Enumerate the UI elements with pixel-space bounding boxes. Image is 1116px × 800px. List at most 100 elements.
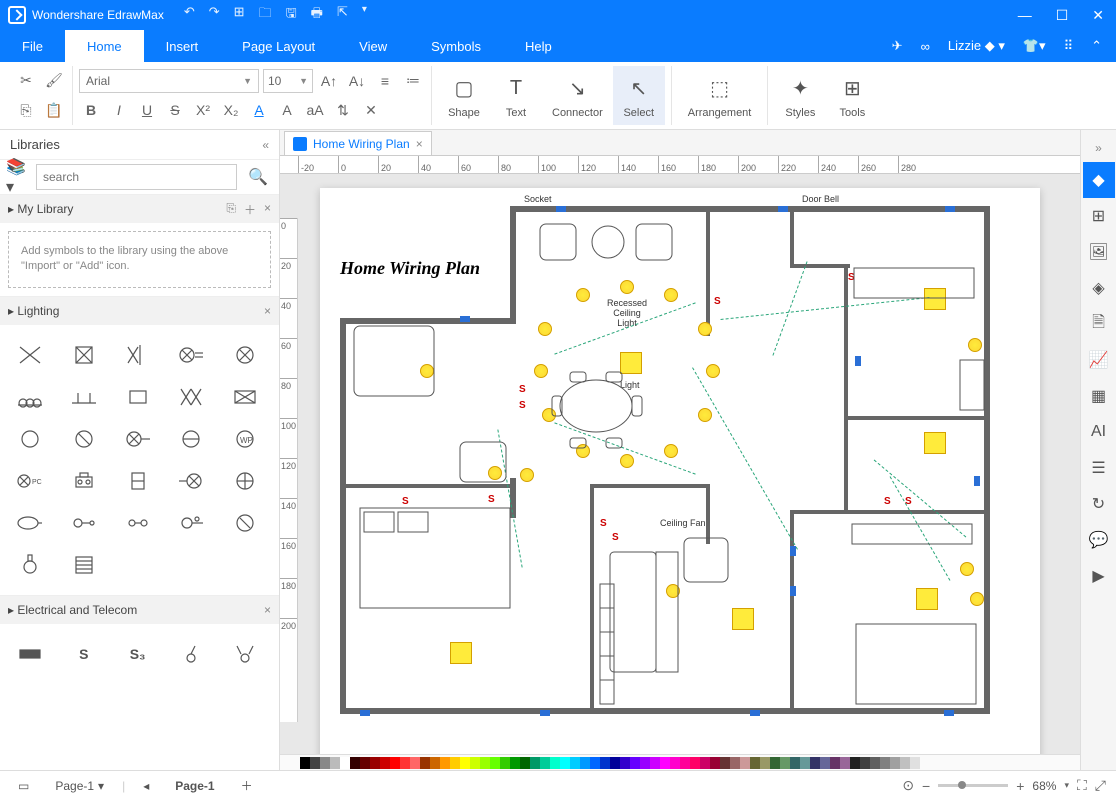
page-prev-button[interactable]: ◂ xyxy=(135,777,157,795)
color-swatch[interactable] xyxy=(680,757,690,769)
symbol[interactable] xyxy=(8,636,52,672)
library-search-input[interactable] xyxy=(36,164,237,190)
add-icon[interactable]: ＋ xyxy=(244,201,256,218)
fullscreen-icon[interactable]: ⤢ xyxy=(1095,777,1106,794)
color-swatch[interactable] xyxy=(710,757,720,769)
my-library-section-header[interactable]: ▸ My Library ⎘ ＋ × xyxy=(0,195,279,223)
symbol[interactable]: S₃ xyxy=(116,636,160,672)
color-swatch[interactable] xyxy=(800,757,810,769)
layout-icon[interactable]: ☰ xyxy=(1083,450,1115,486)
color-swatch[interactable] xyxy=(370,757,380,769)
symbol[interactable] xyxy=(223,337,267,373)
tab-insert[interactable]: Insert xyxy=(144,30,221,62)
color-swatch[interactable] xyxy=(440,757,450,769)
save-icon[interactable]: 🖫 xyxy=(286,4,297,26)
symbol[interactable] xyxy=(116,421,160,457)
color-swatch[interactable] xyxy=(400,757,410,769)
symbol[interactable] xyxy=(116,337,160,373)
collapse-ribbon-icon[interactable]: ⌃ xyxy=(1091,38,1102,54)
select-tool[interactable]: ↖Select xyxy=(613,66,665,125)
symbol[interactable] xyxy=(8,379,52,415)
color-swatch[interactable] xyxy=(560,757,570,769)
print-icon[interactable]: 🖶 xyxy=(311,4,323,26)
color-swatch[interactable] xyxy=(700,757,710,769)
color-swatch[interactable] xyxy=(640,757,650,769)
maximize-button[interactable]: ☐ xyxy=(1052,7,1073,24)
ai-icon[interactable]: AI xyxy=(1083,414,1115,450)
color-swatch[interactable] xyxy=(720,757,730,769)
align-button[interactable]: ≡ xyxy=(373,69,397,93)
color-swatch[interactable] xyxy=(880,757,890,769)
symbol[interactable] xyxy=(62,463,106,499)
color-swatch[interactable] xyxy=(480,757,490,769)
color-swatch[interactable] xyxy=(570,757,580,769)
color-swatch[interactable] xyxy=(490,757,500,769)
color-swatch[interactable] xyxy=(530,757,540,769)
color-swatch[interactable] xyxy=(810,757,820,769)
styles-tool[interactable]: ✦Styles xyxy=(774,66,826,125)
font-select[interactable]: Arial▼ xyxy=(79,69,259,93)
color-swatch[interactable] xyxy=(380,757,390,769)
page-selector[interactable]: Page-1 ▾ xyxy=(47,777,112,795)
expand-right-panel-icon[interactable]: » xyxy=(1083,134,1115,162)
color-swatch[interactable] xyxy=(760,757,770,769)
share-icon[interactable]: ∞ xyxy=(921,39,930,54)
tab-home[interactable]: Home xyxy=(65,30,144,62)
color-swatch[interactable] xyxy=(730,757,740,769)
library-menu-icon[interactable]: 📚▾ xyxy=(6,165,30,189)
symbol[interactable] xyxy=(116,463,160,499)
symbol[interactable] xyxy=(116,379,160,415)
tab-file[interactable]: File xyxy=(0,30,65,62)
symbol[interactable] xyxy=(223,505,267,541)
clear-format-button[interactable]: ✕ xyxy=(359,98,383,122)
present-icon[interactable]: ▶ xyxy=(1083,558,1115,594)
color-swatch[interactable] xyxy=(670,757,680,769)
undo-icon[interactable]: ↶ xyxy=(184,4,195,26)
connector-tool[interactable]: ↘Connector xyxy=(542,66,613,125)
color-swatch[interactable] xyxy=(590,757,600,769)
symbol[interactable] xyxy=(169,463,213,499)
spacing-button[interactable]: ⇅ xyxy=(331,98,355,122)
zoom-in-button[interactable]: + xyxy=(1016,778,1024,794)
electrical-section-header[interactable]: ▸ Electrical and Telecom × xyxy=(0,596,279,624)
symbol[interactable]: PC xyxy=(8,463,52,499)
page-icon[interactable]: 🗎 xyxy=(1083,306,1115,342)
page[interactable]: Home Wiring Plan Socket Door Bel xyxy=(320,188,1040,754)
color-swatch[interactable] xyxy=(630,757,640,769)
increase-font-button[interactable]: A↑ xyxy=(317,69,341,93)
color-swatch[interactable] xyxy=(820,757,830,769)
italic-button[interactable]: I xyxy=(107,98,131,122)
subscript-button[interactable]: X₂ xyxy=(219,98,243,122)
color-swatch[interactable] xyxy=(350,757,360,769)
symbol[interactable]: WP xyxy=(223,421,267,457)
symbol[interactable] xyxy=(62,547,106,583)
grid-icon[interactable]: ⊞ xyxy=(1083,198,1115,234)
symbol[interactable] xyxy=(8,337,52,373)
color-swatch[interactable] xyxy=(500,757,510,769)
symbol[interactable]: S xyxy=(62,636,106,672)
color-swatch[interactable] xyxy=(510,757,520,769)
redo-icon[interactable]: ↷ xyxy=(209,4,220,26)
symbol[interactable] xyxy=(116,505,160,541)
qat-more-icon[interactable]: ▾ xyxy=(362,4,367,26)
color-swatch[interactable] xyxy=(840,757,850,769)
page-list-icon[interactable]: ▭ xyxy=(10,777,37,795)
symbol[interactable] xyxy=(62,337,106,373)
symbol[interactable] xyxy=(8,547,52,583)
font-size-select[interactable]: 10▼ xyxy=(263,69,313,93)
case-button[interactable]: aA xyxy=(303,98,327,122)
color-swatch[interactable] xyxy=(580,757,590,769)
text-tool[interactable]: TText xyxy=(490,66,542,125)
color-swatch[interactable] xyxy=(360,757,370,769)
zoom-dropdown-icon[interactable]: ▾ xyxy=(1064,780,1069,791)
symbol[interactable] xyxy=(223,463,267,499)
color-swatch[interactable] xyxy=(910,757,920,769)
color-swatch[interactable] xyxy=(620,757,630,769)
page-tab[interactable]: Page-1 xyxy=(167,777,222,795)
theme-icon[interactable]: ◆ xyxy=(1083,162,1115,198)
color-swatch[interactable] xyxy=(450,757,460,769)
color-swatch[interactable] xyxy=(340,757,350,769)
color-swatch[interactable] xyxy=(550,757,560,769)
copy-button[interactable]: ⎘ xyxy=(14,98,38,122)
import-icon[interactable]: ⎘ xyxy=(226,201,236,218)
